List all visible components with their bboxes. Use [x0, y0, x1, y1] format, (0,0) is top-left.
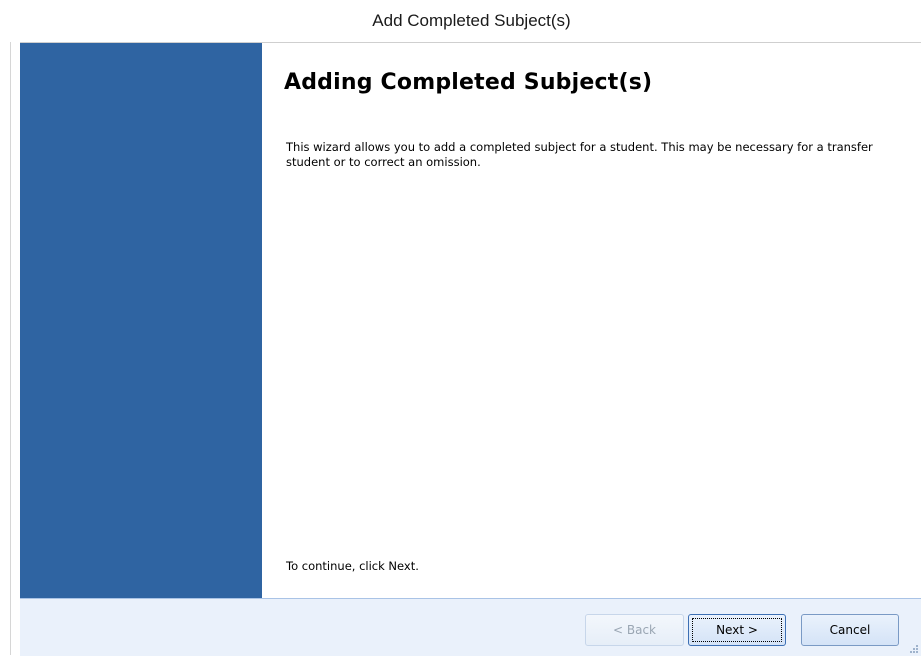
title-bar[interactable]: Add Completed Subject(s): [10, 0, 921, 42]
cancel-button[interactable]: Cancel: [801, 614, 899, 646]
window-title: Add Completed Subject(s): [372, 11, 571, 30]
back-button[interactable]: < Back: [585, 614, 684, 646]
window-border: [10, 0, 11, 655]
next-button[interactable]: Next >: [688, 614, 786, 646]
wizard-window: Add Completed Subject(s) Adding Complete…: [0, 0, 921, 656]
wizard-page: Adding Completed Subject(s) This wizard …: [262, 43, 921, 598]
cancel-button-label: Cancel: [829, 623, 871, 637]
wizard-heading: Adding Completed Subject(s): [284, 70, 653, 95]
focus-rectangle: [692, 618, 782, 642]
resize-grip-icon[interactable]: [909, 644, 919, 654]
back-button-label: < Back: [612, 623, 656, 637]
wizard-intro-text: This wizard allows you to add a complete…: [286, 140, 873, 169]
wizard-side-banner: [20, 43, 262, 598]
wizard-button-bar: < Back Next > Cancel: [20, 598, 921, 656]
continue-hint: To continue, click Next.: [286, 559, 419, 573]
